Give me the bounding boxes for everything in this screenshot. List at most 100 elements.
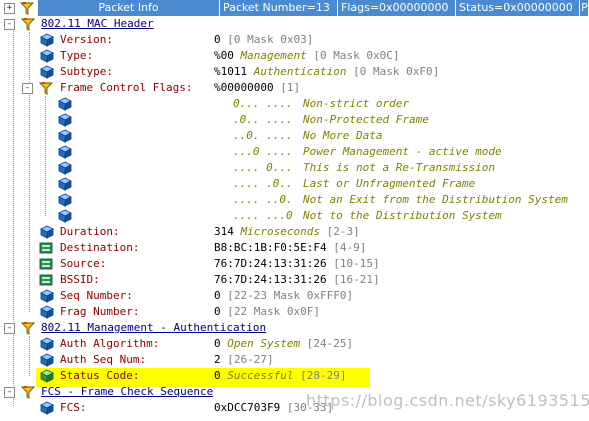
field-subtype[interactable]: Subtype: %1011 Authentication [0 Mask 0x… bbox=[0, 64, 589, 80]
field-label: FCS: bbox=[60, 401, 87, 414]
cube-icon bbox=[40, 289, 54, 303]
collapse-toggle[interactable]: - bbox=[4, 387, 15, 398]
field-description: Microseconds bbox=[240, 225, 320, 238]
field-source[interactable]: Source: 76:7D:24:13:31:26 [10-15] bbox=[0, 256, 589, 272]
flag-bits: 0... .... bbox=[233, 97, 293, 110]
field-status-code[interactable]: Status Code: 0 Successful [28-29] bbox=[0, 368, 589, 384]
field-frag-number[interactable]: Frag Number: 0 [22 Mask 0x0F] bbox=[0, 304, 589, 320]
flag-description: Non-strict order bbox=[303, 97, 409, 110]
field-value: 0 bbox=[214, 33, 221, 46]
section-title: 802.11 Management - Authentication bbox=[41, 321, 267, 334]
field-value: 314 bbox=[214, 225, 234, 238]
field-description: Management bbox=[240, 49, 307, 62]
field-description: Authentication bbox=[253, 65, 347, 78]
flag-row[interactable]: .... .0.. Last or Unfragmented Frame bbox=[0, 176, 589, 192]
cube-icon bbox=[40, 401, 54, 415]
field-range: [2-3] bbox=[326, 225, 360, 238]
filter-icon bbox=[39, 81, 53, 95]
packet-header-bar: + Packet Info Packet Number=13 Flags=0x0… bbox=[0, 0, 589, 17]
field-label: Type: bbox=[60, 49, 94, 62]
column-status[interactable]: Status=0x00000000 bbox=[456, 0, 580, 16]
flag-description: Last or Unfragmented Frame bbox=[303, 177, 476, 190]
flag-row[interactable]: .... 0... This is not a Re-Transmission bbox=[0, 160, 589, 176]
flag-description: No More Data bbox=[303, 129, 383, 142]
mgmt-auth-row[interactable]: - 802.11 Management - Authentication bbox=[0, 320, 589, 336]
field-value: 76:7D:24:13:31:26 bbox=[214, 273, 327, 286]
field-auth-seq-num[interactable]: Auth Seq Num: 2 [26-27] bbox=[0, 352, 589, 368]
field-label: Subtype: bbox=[60, 65, 113, 78]
field-auth-algorithm[interactable]: Auth Algorithm: 0 Open System [24-25] bbox=[0, 336, 589, 352]
field-value: 76:7D:24:13:31:26 bbox=[214, 257, 327, 270]
flag-row[interactable]: .... ...0 Not to the Distribution System bbox=[0, 208, 589, 224]
flag-bits: .0.. .... bbox=[233, 113, 293, 126]
flag-row[interactable]: .... ..0. Not an Exit from the Distribut… bbox=[0, 192, 589, 208]
mac-address-icon bbox=[39, 273, 53, 287]
flag-row[interactable]: .0.. .... Non-Protected Frame bbox=[0, 112, 589, 128]
column-packet-number[interactable]: Packet Number=13 bbox=[220, 0, 338, 16]
cube-icon bbox=[40, 65, 54, 79]
collapse-toggle[interactable]: - bbox=[4, 19, 15, 30]
field-type[interactable]: Type: %00 Management [0 Mask 0x0C] bbox=[0, 48, 589, 64]
field-label: Duration: bbox=[60, 225, 120, 238]
cube-icon bbox=[58, 193, 72, 207]
field-range: [4-9] bbox=[333, 241, 367, 254]
field-version[interactable]: Version: 0 [0 Mask 0x03] bbox=[0, 32, 589, 48]
field-frame-control-flags[interactable]: - Frame Control Flags: %00000000 [1] bbox=[0, 80, 589, 96]
flag-bits: .... 0... bbox=[233, 161, 293, 174]
flag-row[interactable]: 0... .... Non-strict order bbox=[0, 96, 589, 112]
flag-description: This is not a Re-Transmission bbox=[303, 161, 496, 174]
column-packet-info[interactable]: Packet Info bbox=[38, 0, 220, 16]
collapse-toggle[interactable]: - bbox=[22, 83, 33, 94]
cube-icon bbox=[40, 225, 54, 239]
flag-bits: ...0 .... bbox=[233, 145, 293, 158]
mac-address-icon bbox=[39, 241, 53, 255]
flag-description: Not an Exit from the Distribution System bbox=[303, 193, 568, 206]
field-range: [0 Mask 0xF0] bbox=[353, 65, 440, 78]
flag-bits: .... ...0 bbox=[233, 209, 293, 222]
field-description: Successful bbox=[227, 369, 294, 382]
flag-bits: ..0. .... bbox=[233, 129, 293, 142]
mac-address-icon bbox=[39, 257, 53, 271]
field-bssid[interactable]: BSSID: 76:7D:24:13:31:26 [16-21] bbox=[0, 272, 589, 288]
column-flags[interactable]: Flags=0x00000000 bbox=[338, 0, 456, 16]
field-description: Open System bbox=[227, 337, 301, 350]
field-value: 0 bbox=[214, 369, 221, 382]
cube-icon bbox=[58, 209, 72, 223]
field-label: Seq Number: bbox=[60, 289, 133, 302]
field-range: [16-21] bbox=[333, 273, 380, 286]
flag-row[interactable]: ..0. .... No More Data bbox=[0, 128, 589, 144]
green-cube-icon bbox=[40, 369, 54, 383]
field-range: [10-15] bbox=[333, 257, 380, 270]
field-value: 0 bbox=[214, 289, 221, 302]
field-value: %1011 bbox=[214, 65, 248, 78]
section-title: 802.11 MAC Header bbox=[41, 17, 154, 30]
field-destination[interactable]: Destination: B8:BC:1B:F0:5E:F4 [4-9] bbox=[0, 240, 589, 256]
flag-row[interactable]: ...0 .... Power Management - active mode bbox=[0, 144, 589, 160]
field-label: Frag Number: bbox=[60, 305, 140, 318]
field-value: %00 bbox=[214, 49, 234, 62]
collapse-toggle[interactable]: - bbox=[4, 323, 15, 334]
field-value: 0 bbox=[214, 305, 221, 318]
flag-bits: .... ..0. bbox=[233, 193, 293, 206]
cube-icon bbox=[40, 305, 54, 319]
flag-description: Not to the Distribution System bbox=[303, 209, 502, 222]
field-label: Frame Control Flags: bbox=[60, 81, 193, 94]
field-label: BSSID: bbox=[60, 273, 100, 286]
field-range: [22 Mask 0x0F] bbox=[227, 305, 320, 318]
cube-icon bbox=[58, 97, 72, 111]
column-more[interactable]: P bbox=[580, 0, 589, 16]
section-title: FCS - Frame Check Sequence bbox=[41, 385, 214, 398]
field-range: [0 Mask 0x03] bbox=[227, 33, 314, 46]
watermark: https://blog.csdn.net/sky619351517 bbox=[306, 391, 589, 410]
filter-icon bbox=[21, 321, 35, 335]
field-value: 2 bbox=[214, 353, 221, 366]
field-label: Source: bbox=[60, 257, 107, 270]
field-seq-number[interactable]: Seq Number: 0 [22-23 Mask 0xFFF0] bbox=[0, 288, 589, 304]
field-range: [0 Mask 0x0C] bbox=[313, 49, 400, 62]
field-range: [26-27] bbox=[227, 353, 274, 366]
expand-toggle[interactable]: + bbox=[4, 3, 15, 14]
field-duration[interactable]: Duration: 314 Microseconds [2-3] bbox=[0, 224, 589, 240]
field-value: 0 bbox=[214, 337, 221, 350]
cube-icon bbox=[40, 337, 54, 351]
mac-header-row[interactable]: - 802.11 MAC Header bbox=[0, 16, 589, 32]
